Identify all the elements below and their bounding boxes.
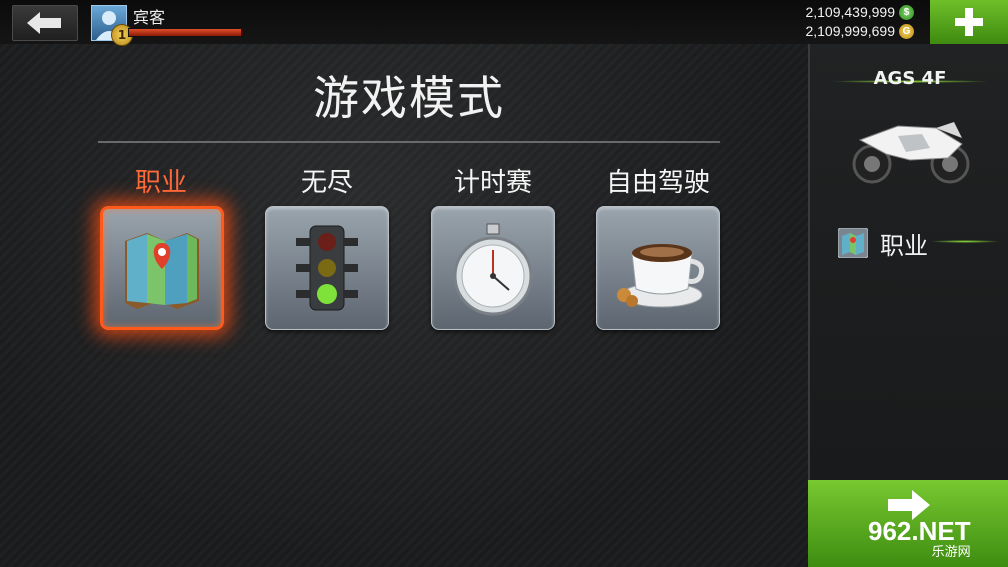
top-bar: 1 宾客 2,109,439,999 $ 2,109,999,699 G [0,0,1008,46]
plus-icon [955,8,983,36]
mode-tile-free-ride[interactable] [596,206,720,330]
back-arrow-icon [27,12,61,34]
vehicle-name: AGS 4F [873,68,947,89]
mode-tile-endless[interactable] [265,206,389,330]
mode-tile-time-trial[interactable] [431,206,555,330]
coffee-cup-icon [617,244,705,308]
cash-coin-icon: $ [899,4,914,20]
cash-amount: 2,109,439,999 [805,4,895,20]
mode-label-endless: 无尽 [300,168,353,198]
back-button[interactable] [12,5,78,41]
page-title: 游戏模式 [313,71,505,125]
mode-label-career: 职业 [134,168,187,198]
mode-tile-career[interactable] [100,206,224,330]
add-currency-button[interactable] [930,0,1008,44]
selected-mode-label: 职业 [880,232,928,260]
vehicle-panel: AGS 4F 职业 [808,44,1008,480]
mode-label-time-trial: 计时赛 [453,168,532,198]
career-map-small-icon [838,228,868,258]
traffic-light-icon [296,225,358,311]
watermark: 962.NET 乐游网 [868,516,971,560]
xp-bar-fill [129,29,241,36]
gold-balance: 2,109,999,699 G [805,23,914,39]
gold-amount: 2,109,999,699 [805,23,895,39]
selected-mode-glow [930,240,1000,243]
stopwatch-icon [453,223,533,316]
xp-bar [128,28,244,37]
mode-label-free-ride: 自由驾驶 [605,168,710,198]
map-icon [125,233,199,309]
gold-coin-icon: G [899,23,914,39]
title-divider [98,141,720,143]
cash-balance: 2,109,439,999 $ [805,4,914,20]
motorcycle-icon[interactable] [850,114,972,186]
player-name: 宾客 [133,8,166,27]
